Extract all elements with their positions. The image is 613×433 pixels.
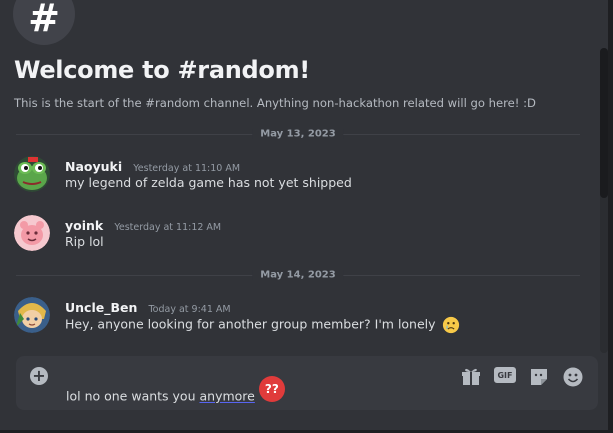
link-avatar[interactable]	[14, 297, 50, 333]
date-divider: May 13, 2023	[16, 128, 580, 140]
crying-face-emoji	[442, 316, 459, 334]
message-author[interactable]: Naoyuki	[65, 159, 122, 174]
welcome-title: Welcome to #random!	[14, 56, 310, 84]
channel-hash-icon: #	[13, 0, 75, 45]
message-author[interactable]: yoink	[65, 218, 103, 233]
date-divider-label: May 13, 2023	[252, 128, 344, 140]
message-timestamp: Yesterday at 11:10 AM	[133, 163, 241, 174]
message-composer[interactable]: + lol no one wants you anymore?? GIF	[16, 356, 598, 410]
message-author[interactable]: Uncle_Ben	[65, 300, 137, 315]
message-text: Rip lol	[65, 234, 104, 249]
gif-label: GIF	[497, 370, 513, 380]
window-edge	[608, 0, 613, 433]
scrollbar-thumb[interactable]	[600, 48, 608, 198]
message-text-row: Hey, anyone looking for another group me…	[65, 316, 460, 334]
gift-icon[interactable]	[460, 366, 482, 388]
channel-description: This is the start of the #random channel…	[14, 96, 536, 110]
message-input[interactable]: lol no one wants you anymore??	[66, 376, 285, 410]
date-divider-label: May 14, 2023	[252, 269, 344, 281]
green-frog-avatar[interactable]	[14, 156, 50, 192]
date-divider: May 14, 2023	[16, 269, 580, 281]
sticker-emoji: ??	[258, 376, 285, 402]
message-timestamp: Today at 9:41 AM	[148, 304, 231, 315]
sticker-icon[interactable]	[528, 366, 550, 388]
scrollbar-track[interactable]	[600, 48, 608, 353]
channel-hash-glyph: #	[28, 0, 60, 40]
emoji-icon[interactable]	[562, 366, 584, 388]
message-timestamp: Yesterday at 11:12 AM	[114, 222, 222, 233]
pink-creature-avatar[interactable]	[14, 215, 50, 251]
message-text: Hey, anyone looking for another group me…	[65, 316, 436, 332]
gif-button[interactable]: GIF	[494, 367, 516, 383]
input-text: lol no one wants you	[66, 388, 200, 404]
message-text: my legend of zelda game has not yet ship…	[65, 175, 352, 190]
input-text-misspelled: anymore	[199, 388, 255, 404]
attach-plus-button[interactable]: +	[30, 367, 48, 385]
